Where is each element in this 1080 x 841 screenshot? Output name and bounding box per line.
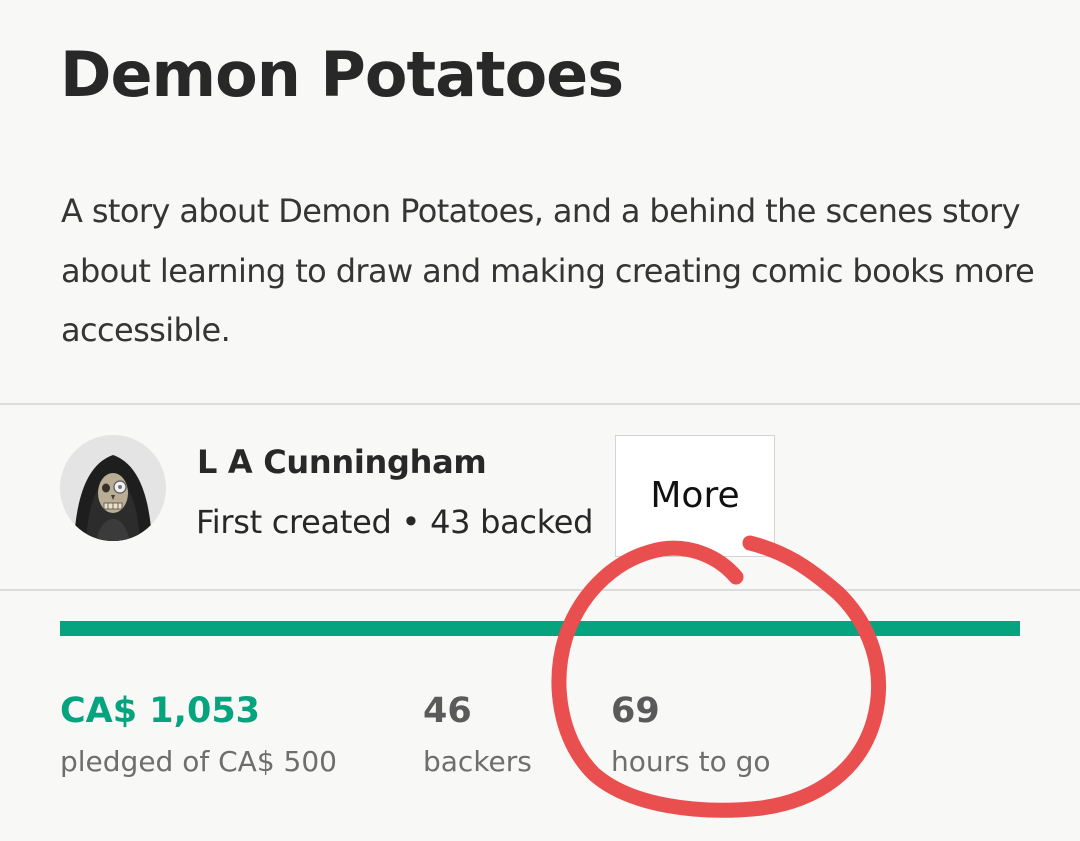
- project-blurb: A story about Demon Potatoes, and a behi…: [61, 192, 1035, 349]
- pledged-amount: CA$ 1,053: [60, 691, 261, 731]
- creator-name[interactable]: L A Cunningham: [197, 443, 487, 481]
- backers-count: 46: [423, 691, 472, 731]
- stat-hours-to-go: 69 hours to go: [611, 690, 771, 782]
- funding-progress-fill: [60, 621, 1020, 636]
- creator-meta: First created • 43 backed: [196, 503, 594, 541]
- pledged-goal-label: pledged of CA$ 500: [60, 745, 337, 778]
- stat-backers: 46 backers: [423, 690, 532, 782]
- hours-label: hours to go: [611, 745, 771, 778]
- meta-separator: •: [401, 503, 421, 541]
- hours-count: 69: [611, 691, 660, 731]
- creator-backed-count: 43 backed: [430, 503, 594, 541]
- creator-avatar[interactable]: [60, 435, 166, 541]
- divider: [0, 589, 1080, 591]
- funding-progress-bar: [60, 621, 1020, 636]
- more-button[interactable]: More: [615, 435, 775, 557]
- divider: [0, 403, 1080, 405]
- project-title: Demon Potatoes: [60, 38, 624, 111]
- hooded-skull-avatar-icon: [60, 435, 166, 541]
- backers-label: backers: [423, 745, 532, 778]
- stat-pledged: CA$ 1,053 pledged of CA$ 500: [60, 690, 337, 782]
- creator-status: First created: [196, 503, 392, 541]
